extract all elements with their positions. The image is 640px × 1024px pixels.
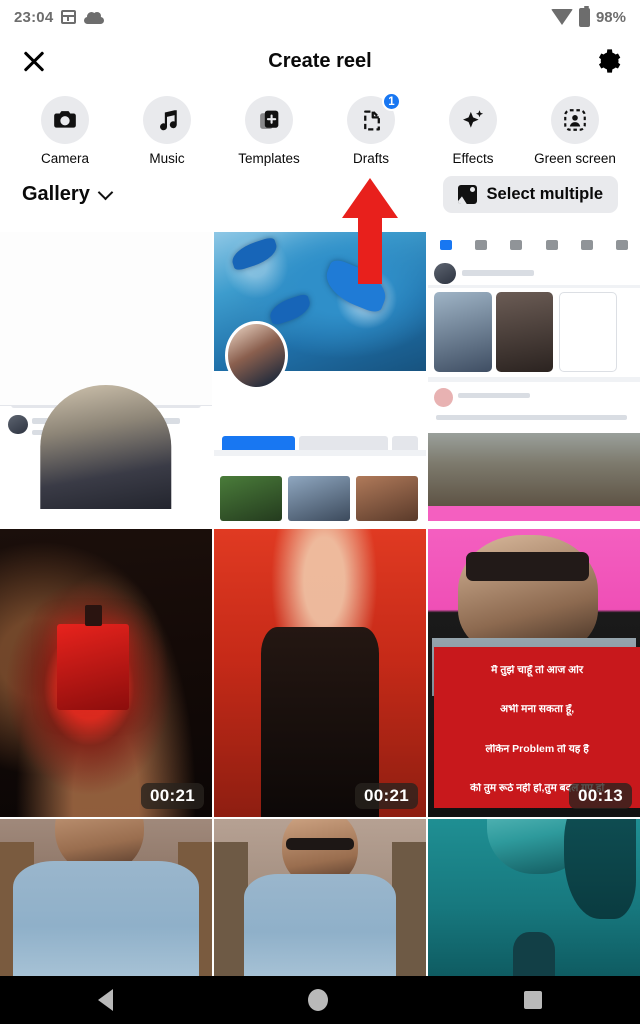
gallery-item-video-man-blue-shirt[interactable] (0, 819, 212, 976)
gallery-item-screenshot-profile-page[interactable] (214, 232, 426, 527)
gallery-selector[interactable]: Gallery (22, 183, 114, 206)
video-duration: 00:21 (141, 783, 204, 809)
gallery-item-video-perfume-ad[interactable]: 00:21 (0, 529, 212, 817)
gear-icon[interactable] (594, 47, 622, 75)
thumb-profile-name (225, 418, 227, 427)
drafts-badge: 1 (382, 92, 401, 111)
sparkle-icon (449, 96, 497, 144)
video-duration: 00:21 (355, 783, 418, 809)
toolbar-item-music[interactable]: Music (124, 96, 210, 166)
hindi-line: लेकिन Problem तो यह है (485, 743, 589, 755)
app-header: Create reel (0, 34, 640, 88)
battery-icon (578, 5, 590, 27)
status-bar: 23:04 98% (0, 0, 640, 34)
gallery-item-video-teal-portrait[interactable] (428, 819, 640, 976)
status-bar-right: 98% (550, 5, 626, 27)
gallery-grid: 00:21 00:21 मै तुझे चाहूँ तो आज ओर अभी म… (0, 232, 640, 976)
toolbar-item-templates[interactable]: Templates (226, 96, 312, 166)
close-icon[interactable] (18, 45, 50, 77)
gallery-item-video-red-background[interactable]: 00:21 (214, 529, 426, 817)
wifi-icon (550, 9, 573, 25)
create-toolbar: Camera Music Templates 1 Drafts Effects … (0, 88, 640, 170)
gallery-item-video-man-sunglasses[interactable] (214, 819, 426, 976)
hindi-line: मै तुझे चाहूँ तो आज ओर (491, 664, 584, 676)
toolbar-label: Drafts (352, 151, 389, 166)
image-icon (457, 185, 477, 204)
drafts-icon: 1 (347, 92, 401, 144)
gallery-item-screenshot-app-home[interactable] (428, 232, 640, 527)
android-nav-bar (0, 976, 640, 1024)
hindi-line: अभी मना सकता हूँ, (500, 704, 575, 716)
toolbar-label: Templates (238, 151, 300, 166)
page-title: Create reel (268, 49, 372, 72)
toolbar-item-drafts[interactable]: 1 Drafts (328, 92, 414, 166)
toolbar-label: Camera (40, 151, 89, 166)
video-duration: 00:13 (569, 783, 632, 809)
green-screen-icon (551, 96, 599, 144)
select-multiple-label: Select multiple (486, 185, 603, 203)
chevron-down-icon (97, 184, 114, 200)
gallery-item-screenshot-social-feed[interactable] (0, 232, 212, 527)
camera-icon (41, 96, 89, 144)
gallery-item-video-hindi-quote[interactable]: मै तुझे चाहूँ तो आज ओर अभी मना सकता हूँ,… (428, 529, 640, 817)
toolbar-label: Effects (452, 151, 494, 166)
toolbar-item-green-screen[interactable]: Green screen (532, 96, 618, 166)
recents-square-icon[interactable] (524, 991, 543, 1009)
calendar-icon (61, 10, 77, 24)
back-triangle-icon[interactable] (97, 989, 113, 1011)
toolbar-item-effects[interactable]: Effects (430, 96, 516, 166)
music-note-icon (143, 96, 191, 144)
status-bar-left: 23:04 (14, 8, 105, 26)
toolbar-label: Green screen (534, 151, 616, 166)
select-multiple-button[interactable]: Select multiple (442, 176, 618, 213)
toolbar-item-camera[interactable]: Camera (22, 96, 108, 166)
cloud-icon (84, 11, 105, 24)
gallery-title: Gallery (22, 183, 90, 205)
gallery-bar: Gallery Select multiple (0, 170, 640, 223)
battery-percent: 98% (595, 8, 626, 26)
home-circle-icon[interactable] (308, 989, 329, 1011)
toolbar-label: Music (149, 151, 185, 166)
status-time: 23:04 (14, 8, 54, 26)
templates-icon (245, 96, 293, 144)
